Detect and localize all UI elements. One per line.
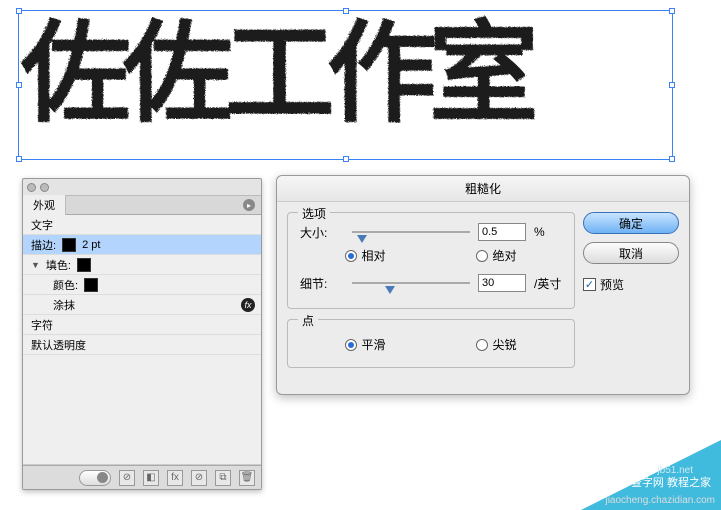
- disclosure-triangle-icon[interactable]: ▼: [31, 260, 40, 270]
- points-group: 点 平滑 尖锐: [287, 319, 575, 368]
- tab-appearance[interactable]: 外观: [23, 195, 66, 215]
- row-text-label: 文字: [31, 217, 53, 233]
- radio-icon: [345, 339, 357, 351]
- row-scribble[interactable]: 涂抹 fx: [23, 295, 261, 315]
- ok-button[interactable]: 确定: [583, 212, 679, 234]
- panel-empty-area: [23, 355, 261, 465]
- clear-icon[interactable]: ⊘: [191, 470, 207, 486]
- size-slider[interactable]: [352, 225, 470, 239]
- preview-label: 预览: [600, 276, 624, 293]
- radio-absolute[interactable]: 绝对: [476, 247, 516, 264]
- handle-mr[interactable]: [669, 82, 675, 88]
- preview-checkbox[interactable]: ✓ 预览: [583, 276, 679, 293]
- watermark-text: 查字网 教程之家: [631, 474, 711, 490]
- corner-label: 尖锐: [492, 336, 516, 353]
- stroke-label: 描边:: [31, 237, 56, 253]
- size-label: 大小:: [300, 224, 344, 241]
- radio-relative[interactable]: 相对: [345, 247, 385, 264]
- trash-icon[interactable]: 🗑: [239, 470, 255, 486]
- new-fill-icon[interactable]: ◧: [143, 470, 159, 486]
- options-group: 选项 大小: % 相对 绝对 细节: /英寸: [287, 212, 575, 309]
- toggle-pill[interactable]: [79, 470, 111, 486]
- cancel-button[interactable]: 取消: [583, 242, 679, 264]
- radio-corner[interactable]: 尖锐: [476, 336, 516, 353]
- panel-footer: ⊘ ◧ fx ⊘ ⧉ 🗑: [23, 465, 261, 489]
- absolute-label: 绝对: [492, 247, 516, 264]
- watermark-text: jiaocheng.chazidian.com: [605, 495, 715, 506]
- watermark: jb51.net 查字网 教程之家 jiaocheng.chazidian.co…: [541, 430, 721, 510]
- checkbox-icon: ✓: [583, 278, 596, 291]
- radio-icon: [476, 250, 488, 262]
- canvas-selection[interactable]: 佐佐工作室: [18, 10, 673, 160]
- effect-icon[interactable]: fx: [167, 470, 183, 486]
- detail-unit: /英寸: [534, 275, 562, 292]
- options-group-label: 选项: [298, 205, 330, 222]
- close-icon[interactable]: [27, 183, 36, 192]
- panel-menu-icon[interactable]: ▸: [243, 199, 255, 211]
- appearance-panel: 外观 ▸ 文字 描边: 2 pt ▼ 填色: 颜色: 涂抹 fx 字符 默认透明…: [22, 178, 262, 490]
- fill-label: 填色:: [46, 257, 71, 273]
- stroke-swatch[interactable]: [62, 238, 76, 252]
- size-unit: %: [534, 225, 562, 239]
- char-label: 字符: [31, 317, 53, 333]
- panel-titlebar[interactable]: [23, 179, 261, 195]
- size-input[interactable]: [478, 223, 526, 241]
- row-fill[interactable]: ▼ 填色:: [23, 255, 261, 275]
- dialog-title: 粗糙化: [277, 176, 689, 202]
- scribble-label: 涂抹: [53, 297, 75, 313]
- roughen-dialog: 粗糙化 选项 大小: % 相对 绝对 细节: /英寸: [276, 175, 690, 395]
- radio-smooth[interactable]: 平滑: [345, 336, 385, 353]
- opacity-label: 默认透明度: [31, 337, 86, 353]
- row-stroke[interactable]: 描边: 2 pt: [23, 235, 261, 255]
- relative-label: 相对: [361, 247, 385, 264]
- duplicate-icon[interactable]: ⧉: [215, 470, 231, 486]
- no-stroke-icon[interactable]: ⊘: [119, 470, 135, 486]
- detail-label: 细节:: [300, 275, 344, 292]
- handle-tr[interactable]: [669, 8, 675, 14]
- fx-icon[interactable]: fx: [241, 298, 255, 312]
- detail-slider[interactable]: [352, 276, 470, 290]
- radio-icon: [345, 250, 357, 262]
- canvas-text[interactable]: 佐佐工作室: [20, 4, 530, 144]
- row-opacity[interactable]: 默认透明度: [23, 335, 261, 355]
- fill-swatch[interactable]: [77, 258, 91, 272]
- color-label: 颜色:: [53, 277, 78, 293]
- minimize-icon[interactable]: [40, 183, 49, 192]
- points-group-label: 点: [298, 312, 318, 329]
- stroke-value: 2 pt: [82, 239, 100, 251]
- handle-bl[interactable]: [16, 156, 22, 162]
- row-char[interactable]: 字符: [23, 315, 261, 335]
- color-swatch[interactable]: [84, 278, 98, 292]
- detail-input[interactable]: [478, 274, 526, 292]
- handle-br[interactable]: [669, 156, 675, 162]
- handle-bm[interactable]: [343, 156, 349, 162]
- row-color[interactable]: 颜色:: [23, 275, 261, 295]
- smooth-label: 平滑: [361, 336, 385, 353]
- row-text[interactable]: 文字: [23, 215, 261, 235]
- radio-icon: [476, 339, 488, 351]
